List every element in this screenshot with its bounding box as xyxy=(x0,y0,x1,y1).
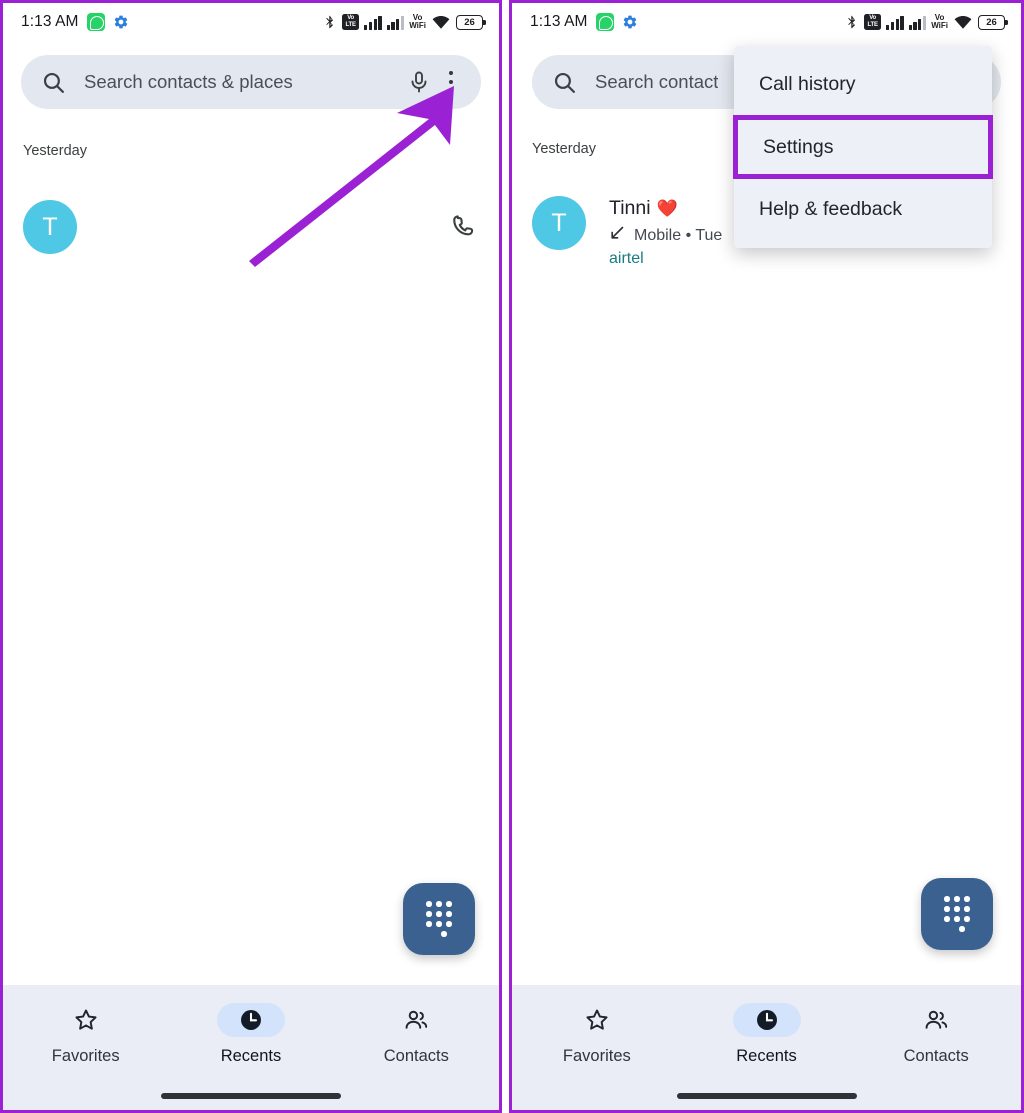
menu-item-help-feedback[interactable]: Help & feedback xyxy=(734,179,992,240)
mic-icon[interactable] xyxy=(407,69,431,95)
search-actions xyxy=(407,67,465,97)
section-header-yesterday: Yesterday xyxy=(532,141,596,157)
call-subtitle: Mobile • Tue xyxy=(609,225,722,246)
volte-icon: Vo LTE xyxy=(342,14,360,30)
nav-label-recents: Recents xyxy=(220,1047,282,1065)
nav-label-favorites: Favorites xyxy=(562,1047,631,1065)
home-indicator xyxy=(676,1093,857,1099)
heart-emoji-icon: ❤️ xyxy=(656,198,678,218)
dialer-screen-right: 1:13 AM Vo LTE Vo WiFi 26 Search contact… xyxy=(512,3,1021,1110)
battery-icon: 26 xyxy=(978,14,1008,30)
overflow-menu-icon[interactable] xyxy=(437,67,465,97)
contact-name-row: Tinni ❤️ xyxy=(609,197,722,220)
search-icon xyxy=(552,70,577,95)
signal-bars-sim1 xyxy=(886,14,904,30)
clock-icon xyxy=(754,1007,780,1033)
incoming-call-arrow-icon xyxy=(609,225,625,246)
search-icon xyxy=(41,70,66,95)
vowifi-icon: Vo WiFi xyxy=(931,12,948,30)
star-icon xyxy=(584,1007,610,1033)
nav-item-favorites[interactable]: Favorites xyxy=(3,1003,168,1066)
bluetooth-icon xyxy=(844,13,859,31)
phone-screenshot-right: 1:13 AM Vo LTE Vo WiFi 26 Search contact… xyxy=(509,0,1024,1113)
call-log-row[interactable]: T xyxy=(23,200,479,254)
nav-item-recents[interactable]: Recents xyxy=(682,1003,852,1066)
status-bar: 1:13 AM Vo LTE Vo WiFi 26 xyxy=(512,3,1021,41)
search-input[interactable]: Search contact xyxy=(595,71,718,93)
search-bar[interactable]: Search contacts & places xyxy=(21,55,481,109)
screenshot-stage: 1:13 AM Vo LTE Vo WiFi 26 Search contact… xyxy=(0,0,1024,1113)
signal-bars-sim2 xyxy=(908,14,927,30)
bottom-navigation: Favorites Recents Contacts xyxy=(3,985,499,1110)
nav-label-favorites: Favorites xyxy=(51,1047,120,1065)
call-type-and-time: Mobile • Tue xyxy=(634,226,723,244)
battery-icon: 26 xyxy=(456,14,486,30)
call-log-details: Tinni ❤️ Mobile • Tue airtel xyxy=(609,196,722,268)
signal-bars-sim1 xyxy=(364,14,382,30)
nav-pill-recents xyxy=(216,1003,285,1037)
phone-screenshot-left: 1:13 AM Vo LTE Vo WiFi 26 Search contact… xyxy=(0,0,502,1113)
star-icon xyxy=(73,1007,99,1033)
home-indicator xyxy=(161,1093,341,1099)
nav-pill-recents xyxy=(732,1003,801,1037)
status-bar-left: 1:13 AM xyxy=(21,13,129,31)
avatar: T xyxy=(532,196,586,250)
volte-icon: Vo LTE xyxy=(864,14,882,30)
nav-pill-contacts xyxy=(382,1003,450,1037)
status-time: 1:13 AM xyxy=(530,13,588,30)
whatsapp-icon xyxy=(86,13,105,31)
status-bar-left: 1:13 AM xyxy=(530,13,638,31)
status-bar: 1:13 AM Vo LTE Vo WiFi 26 xyxy=(3,3,499,41)
dialpad-button[interactable] xyxy=(921,878,993,950)
status-time: 1:13 AM xyxy=(21,13,79,30)
bottom-navigation: Favorites Recents Contacts xyxy=(512,985,1021,1110)
search-input[interactable]: Search contacts & places xyxy=(84,71,293,93)
vowifi-icon: Vo WiFi xyxy=(409,12,426,30)
overflow-dropdown-menu: Call history Settings Help & feedback xyxy=(733,46,993,248)
section-header-yesterday: Yesterday xyxy=(23,143,87,159)
wifi-icon xyxy=(431,14,451,30)
dialpad-icon xyxy=(944,896,970,932)
people-icon xyxy=(923,1007,949,1033)
call-back-icon[interactable] xyxy=(449,212,479,242)
menu-item-call-history[interactable]: Call history xyxy=(734,54,992,115)
clock-icon xyxy=(238,1007,264,1033)
whatsapp-icon xyxy=(595,13,614,31)
carrier-label: airtel xyxy=(609,250,644,267)
dialpad-button[interactable] xyxy=(403,883,475,955)
nav-item-favorites[interactable]: Favorites xyxy=(512,1003,682,1066)
people-icon xyxy=(403,1007,429,1033)
status-bar-right: Vo LTE Vo WiFi 26 xyxy=(844,12,1008,31)
nav-label-contacts: Contacts xyxy=(383,1047,449,1065)
nav-label-contacts: Contacts xyxy=(903,1047,969,1065)
wifi-icon xyxy=(953,14,973,30)
avatar: T xyxy=(23,200,77,254)
dialpad-icon xyxy=(426,901,452,937)
gear-icon xyxy=(113,14,129,30)
nav-item-contacts[interactable]: Contacts xyxy=(334,1003,499,1066)
status-bar-right: Vo LTE Vo WiFi 26 xyxy=(322,12,486,31)
nav-pill-favorites xyxy=(52,1003,120,1037)
nav-label-recents: Recents xyxy=(736,1047,797,1065)
nav-pill-contacts xyxy=(902,1003,970,1037)
nav-item-contacts[interactable]: Contacts xyxy=(851,1003,1021,1066)
contact-name: Tinni xyxy=(609,197,651,219)
gear-icon xyxy=(622,14,638,30)
bluetooth-icon xyxy=(322,13,337,31)
menu-item-settings[interactable]: Settings xyxy=(733,115,993,179)
signal-bars-sim2 xyxy=(386,14,405,30)
dialer-screen-left: 1:13 AM Vo LTE Vo WiFi 26 Search contact… xyxy=(3,3,499,1110)
nav-item-recents[interactable]: Recents xyxy=(168,1003,333,1066)
nav-pill-favorites xyxy=(563,1003,631,1037)
